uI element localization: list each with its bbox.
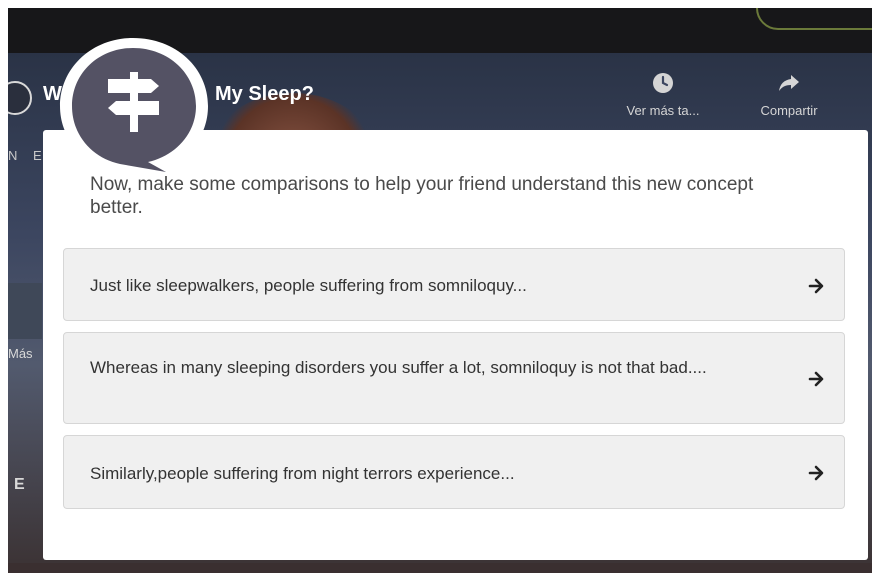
- option-button-1[interactable]: Just like sleepwalkers, people suffering…: [63, 248, 845, 321]
- side-end-card-letter: E: [14, 476, 25, 493]
- video-title[interactable]: My Sleep?: [215, 83, 314, 106]
- top-pill-button[interactable]: [756, 8, 872, 30]
- option-button-2[interactable]: Whereas in many sleeping disorders you s…: [63, 332, 845, 424]
- screen: N E W My Sleep? Ver más ta... Compartir …: [0, 0, 872, 573]
- watch-later-button[interactable]: Ver más ta...: [618, 71, 708, 118]
- arrow-right-icon: [808, 464, 826, 482]
- more-videos-label[interactable]: Más: [8, 346, 33, 361]
- watch-later-label: Ver más ta...: [626, 103, 700, 118]
- activity-prompt: Now, make some comparisons to help your …: [90, 174, 754, 218]
- share-arrow-icon: [744, 71, 834, 95]
- share-label: Compartir: [760, 103, 818, 118]
- signpost-icon: [56, 34, 211, 189]
- clock-icon: [618, 71, 708, 95]
- channel-avatar[interactable]: [8, 81, 32, 115]
- player-controls-bar[interactable]: [8, 563, 872, 573]
- option-label: Whereas in many sleeping disorders you s…: [90, 358, 707, 377]
- arrow-right-icon: [808, 370, 826, 388]
- share-button[interactable]: Compartir: [744, 71, 834, 118]
- option-label: Just like sleepwalkers, people suffering…: [90, 276, 527, 295]
- side-thumbnail[interactable]: [8, 283, 42, 339]
- channel-name: N E: [8, 148, 48, 163]
- option-label: Similarly,people suffering from night te…: [90, 464, 515, 483]
- option-button-3[interactable]: Similarly,people suffering from night te…: [63, 435, 845, 509]
- arrow-right-icon: [808, 277, 826, 295]
